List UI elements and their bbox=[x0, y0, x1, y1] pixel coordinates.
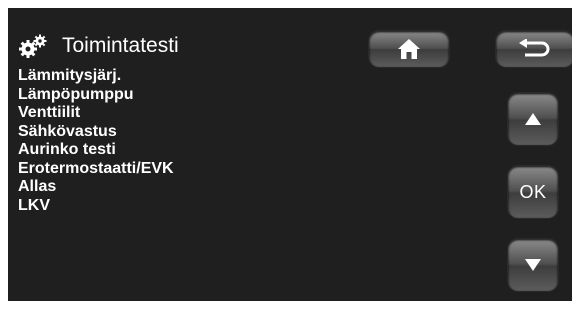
triangle-down-icon bbox=[525, 259, 541, 271]
ok-label: OK bbox=[519, 181, 547, 202]
menu-item-valves[interactable]: Venttiilit bbox=[18, 104, 174, 123]
triangle-up-icon bbox=[525, 113, 541, 125]
menu-item-solar-test[interactable]: Aurinko testi bbox=[18, 141, 174, 160]
menu-item-pool[interactable]: Allas bbox=[18, 178, 174, 197]
scroll-up-button[interactable] bbox=[508, 93, 558, 145]
ok-button[interactable]: OK bbox=[508, 166, 558, 218]
scroll-down-button[interactable] bbox=[508, 239, 558, 291]
back-arrow-icon bbox=[519, 39, 550, 57]
menu-item-domestic-hot-water[interactable]: LKV bbox=[18, 197, 174, 216]
page-title: Toimintatesti bbox=[62, 34, 179, 57]
display-screen: Toimintatesti Lämmitysjärj. Lämpöpumppu … bbox=[8, 8, 572, 301]
menu-item-heat-pump[interactable]: Lämpöpumppu bbox=[18, 86, 174, 105]
menu-item-heating-system[interactable]: Lämmitysjärj. bbox=[18, 67, 174, 86]
gears-icon bbox=[19, 34, 47, 58]
home-button[interactable] bbox=[369, 31, 449, 67]
back-button[interactable] bbox=[496, 31, 572, 67]
menu-item-electric-heater[interactable]: Sähkövastus bbox=[18, 123, 174, 142]
menu-item-separate-thermostat[interactable]: Erotermostaatti/EVK bbox=[18, 160, 174, 179]
function-test-menu: Lämmitysjärj. Lämpöpumppu Venttiilit Säh… bbox=[18, 67, 174, 215]
home-icon bbox=[398, 39, 420, 59]
